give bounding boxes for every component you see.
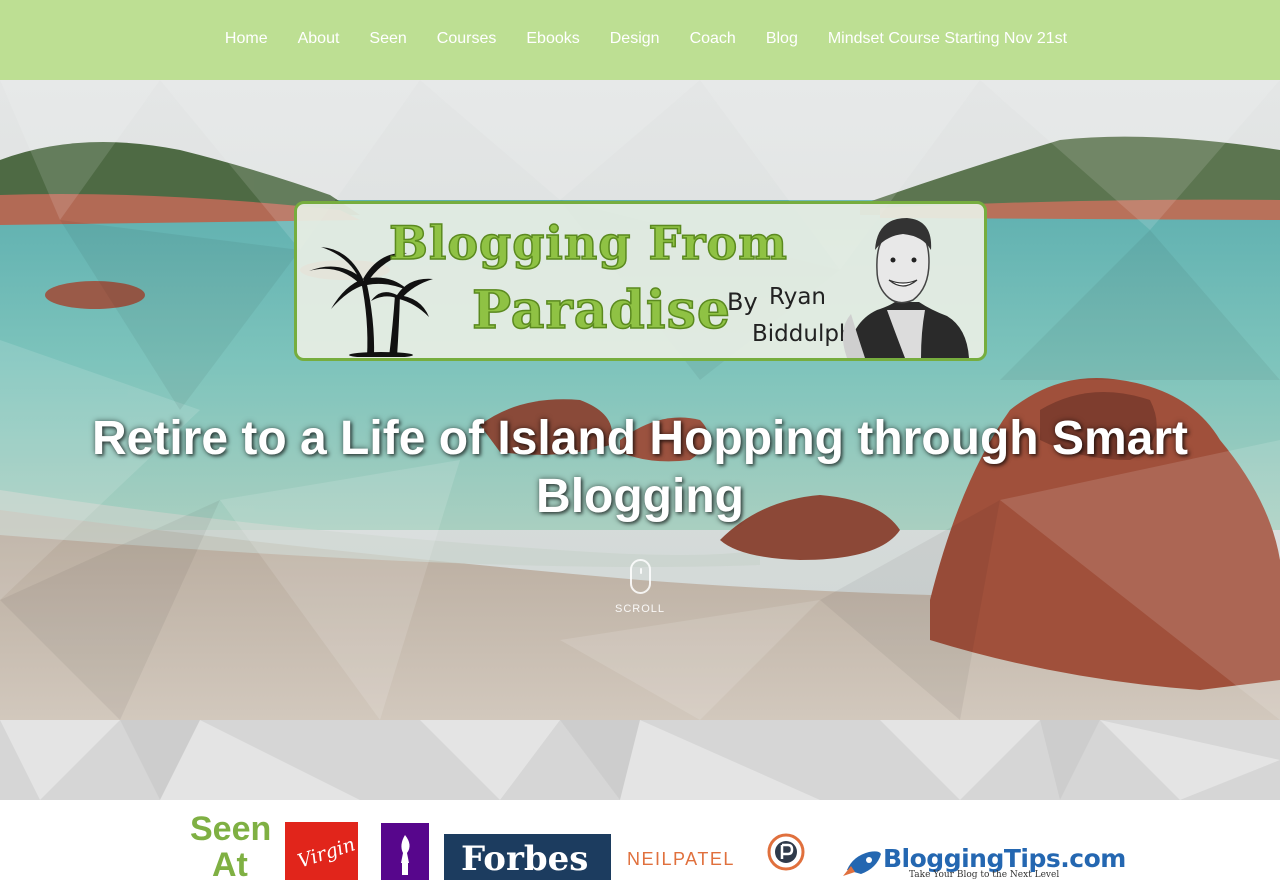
author-portrait-image bbox=[842, 218, 969, 358]
scroll-wheel bbox=[640, 568, 642, 574]
logo-author-first-name: Ryan bbox=[769, 284, 827, 310]
rocket-icon bbox=[843, 851, 881, 876]
forbes-logo-text: Forbes bbox=[461, 839, 589, 879]
nav-menu: Home About Seen Courses Ebooks Design Co… bbox=[0, 0, 1280, 80]
nav-item-ebooks[interactable]: Ebooks bbox=[511, 30, 594, 48]
nav-item-seen[interactable]: Seen bbox=[354, 30, 421, 48]
strip-triangle-pattern bbox=[0, 720, 1280, 800]
scroll-mouse-icon[interactable] bbox=[630, 559, 651, 594]
forbes-logo[interactable]: Forbes bbox=[444, 834, 611, 880]
bloggingtips-logo[interactable]: BloggingTips.com Take Your Blog to the N… bbox=[843, 842, 1126, 880]
nav-item-blog[interactable]: Blog bbox=[751, 30, 813, 48]
virgin-logo[interactable]: Virgin bbox=[285, 822, 358, 880]
nav-item-about[interactable]: About bbox=[283, 30, 355, 48]
nyu-logo[interactable] bbox=[381, 823, 429, 880]
torch-icon bbox=[401, 835, 410, 875]
nav-item-mindset-course[interactable]: Mindset Course Starting Nov 21st bbox=[813, 30, 1082, 48]
pattern-strip bbox=[0, 720, 1280, 800]
nav-item-home[interactable]: Home bbox=[210, 30, 283, 48]
hero-headline: Retire to a Life of Island Hopping throu… bbox=[91, 412, 1188, 523]
seen-at-heading-word2: At bbox=[212, 846, 248, 880]
logo-by-text: By bbox=[727, 288, 758, 316]
virgin-logo-text: Virgin bbox=[295, 833, 358, 873]
problogger-logo-icon[interactable] bbox=[766, 832, 806, 872]
seen-at-section: Seen At Virgin Forbes NEILPATEL Blogging… bbox=[0, 800, 1280, 880]
nav-item-courses[interactable]: Courses bbox=[422, 30, 512, 48]
nav-item-coach[interactable]: Coach bbox=[675, 30, 751, 48]
main-nav: Home About Seen Courses Ebooks Design Co… bbox=[0, 0, 1280, 80]
site-logo-banner[interactable]: Blogging From Paradise By Ryan Biddulph bbox=[294, 201, 987, 361]
neilpatel-logo[interactable]: NEILPATEL bbox=[627, 849, 735, 870]
hero-section: Blogging From Paradise By Ryan Biddulph … bbox=[0, 80, 1280, 720]
triangle-pattern-overlay bbox=[0, 80, 1280, 720]
scroll-label: SCROLL bbox=[614, 603, 666, 615]
logo-title-line1: Blogging From bbox=[388, 215, 788, 271]
bloggingtips-logo-text: BloggingTips.com bbox=[883, 844, 1126, 873]
seen-at-heading-word1: Seen bbox=[190, 810, 272, 848]
nav-item-design[interactable]: Design bbox=[595, 30, 675, 48]
bloggingtips-tagline: Take Your Blog to the Next Level bbox=[909, 870, 1060, 880]
logo-title-line2: Paradise bbox=[471, 279, 731, 342]
